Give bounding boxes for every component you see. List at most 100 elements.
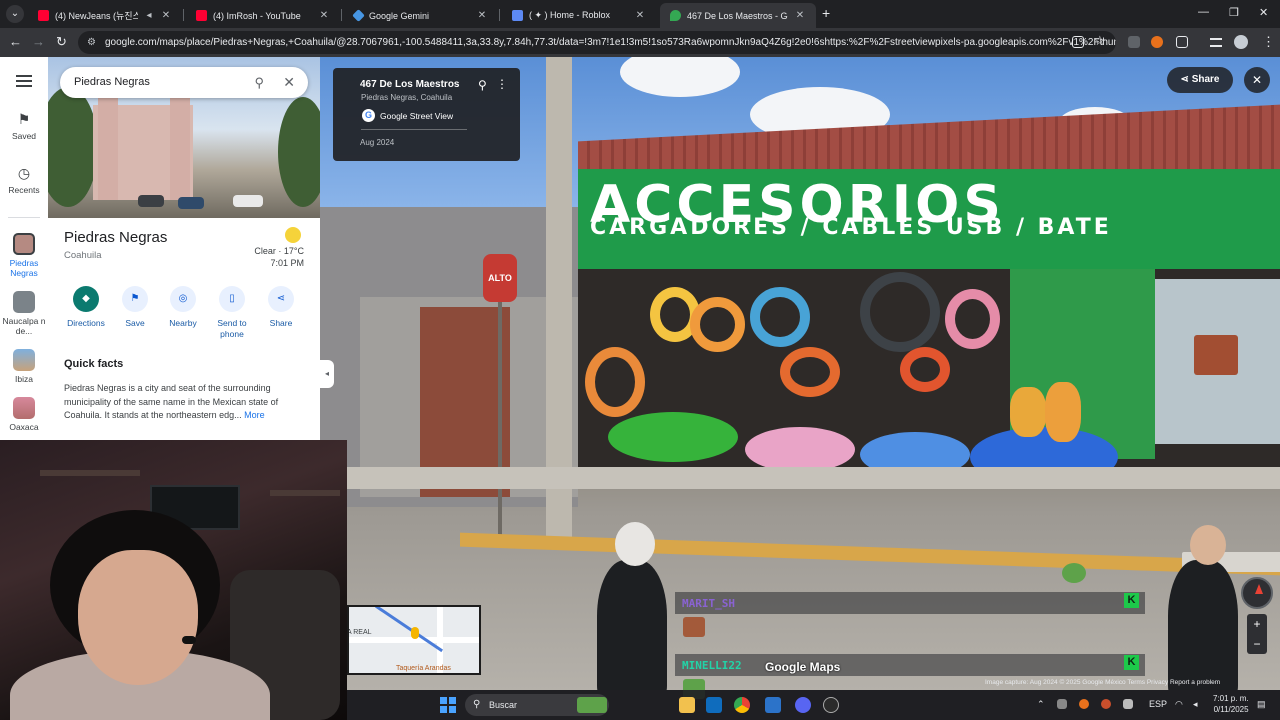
church-tower — [170, 73, 190, 200]
rail-recents[interactable]: ◷ Recents — [0, 165, 48, 195]
zoom-in-button[interactable]: + — [1247, 614, 1267, 634]
weather-text: Clear · 17°C — [254, 246, 304, 256]
minimize-button[interactable]: — — [1198, 6, 1209, 18]
tab-search-button[interactable]: ⌄ — [6, 5, 24, 23]
car — [178, 197, 204, 209]
rail-label: Recents — [8, 185, 40, 195]
address-bar[interactable]: ⚙ google.com/maps/place/Piedras+Negras,+… — [78, 31, 1116, 54]
chat-message-row — [675, 654, 1145, 676]
share-icon: ⋖ — [1180, 74, 1192, 85]
close-icon[interactable]: ✕ — [283, 67, 295, 98]
vscode-icon[interactable] — [765, 697, 781, 713]
system-clock[interactable]: 7:01 p. m. 0/11/2025 — [1213, 693, 1249, 715]
more-options-icon[interactable]: ⋮ — [496, 77, 508, 91]
imagery-attribution[interactable]: Image capture: Aug 2024 © 2025 Google Mé… — [985, 679, 1220, 686]
nearby-icon: ◎ — [170, 286, 196, 312]
profile-avatar[interactable] — [1234, 35, 1248, 49]
search-icon[interactable]: ⚲ — [254, 67, 264, 98]
extension-icon[interactable] — [1128, 36, 1140, 48]
nearby-button[interactable]: ◎ Nearby — [157, 286, 209, 329]
extension-icon[interactable] — [1151, 36, 1163, 48]
tab-gemini[interactable]: Google Gemini ✕ — [344, 3, 498, 28]
maps-search-input[interactable]: Piedras Negras ⚲ ✕ — [60, 67, 308, 98]
close-tab-icon[interactable]: ✕ — [634, 10, 646, 21]
rail-history-oaxaca[interactable]: Oaxaca — [0, 397, 48, 432]
hamburger-menu-icon[interactable] — [16, 75, 32, 87]
reading-list-icon[interactable] — [1210, 38, 1222, 47]
back-arrow-icon[interactable]: ← — [9, 34, 22, 50]
pegman-icon[interactable] — [411, 627, 419, 639]
app-icon[interactable] — [706, 697, 722, 713]
close-tab-icon[interactable]: ✕ — [160, 10, 172, 21]
pink-pool — [745, 427, 855, 472]
overlay-character-left — [597, 560, 667, 700]
close-street-view-button[interactable]: ✕ — [1244, 67, 1270, 93]
chat-username: MARIT_SH — [682, 597, 735, 610]
tray-app-icon[interactable] — [1101, 699, 1111, 709]
rail-saved[interactable]: ⚑ Saved — [0, 111, 48, 141]
file-explorer-icon[interactable] — [679, 697, 695, 713]
street-view-source[interactable]: G Google Street View — [362, 109, 453, 122]
rail-history-naucalpan[interactable]: Naucalpa n de... — [0, 291, 48, 336]
share-place-button[interactable]: ⋖ Share — [255, 286, 307, 329]
street-view-minimap[interactable]: A REAL Taquería Arandas — [347, 605, 481, 675]
search-highlight-image[interactable] — [577, 697, 607, 713]
rail-history-ibiza[interactable]: Ibiza — [0, 349, 48, 384]
close-tab-icon[interactable]: ✕ — [794, 10, 806, 21]
youtube-icon — [38, 10, 49, 21]
place-thumbnail — [13, 291, 35, 313]
directions-icon: ◆ — [73, 286, 99, 312]
tab-newjeans[interactable]: (4) NewJeans (뉴진스) 'Supe ◂ ✕ — [28, 3, 182, 28]
tray-icon[interactable]: ⌃ — [1037, 699, 1045, 710]
reload-icon[interactable]: ↻ — [56, 34, 67, 50]
send-to-phone-button[interactable]: ▯ Send to phone — [206, 286, 258, 340]
place-actions: ◆ Directions ⚑ Save ◎ Nearby ▯ Send to p… — [60, 286, 310, 346]
notification-icon[interactable]: ▤ — [1257, 699, 1266, 710]
close-tab-icon[interactable]: ✕ — [318, 10, 330, 21]
volume-icon[interactable]: ◂ — [1193, 699, 1198, 710]
capture-date[interactable]: Aug 2024 — [360, 138, 394, 147]
action-label: Nearby — [169, 318, 197, 328]
cast-icon[interactable] — [1072, 36, 1084, 48]
site-info-icon[interactable]: ⚙ — [87, 31, 96, 54]
speaker-icon[interactable]: ◂ — [144, 10, 154, 21]
chat-username: MINELLI22 — [682, 659, 742, 672]
windows-start-icon[interactable] — [440, 697, 456, 713]
maximize-button[interactable]: ❐ — [1229, 6, 1239, 19]
rail-history-piedras-negras[interactable]: Piedras Negras — [0, 233, 48, 278]
compass-icon[interactable] — [1241, 577, 1273, 609]
obs-icon[interactable] — [823, 697, 839, 713]
language-indicator[interactable]: ESP — [1149, 699, 1167, 709]
tab-youtube-imrosh[interactable]: (4) ImRosh - YouTube ✕ — [186, 3, 340, 28]
share-button[interactable]: ⋖ Share — [1167, 67, 1233, 93]
chrome-icon[interactable] — [734, 697, 750, 713]
webcam-overlay — [0, 440, 347, 720]
weather-sun-icon — [285, 227, 301, 243]
new-tab-button[interactable]: + — [822, 6, 830, 20]
more-link[interactable]: More — [244, 410, 265, 420]
close-tab-icon[interactable]: ✕ — [476, 10, 488, 21]
network-icon[interactable]: ◠ — [1175, 699, 1183, 710]
discord-icon[interactable] — [795, 697, 811, 713]
tray-app-icon[interactable] — [1123, 699, 1133, 709]
quick-facts-heading: Quick facts — [64, 358, 124, 370]
zoom-out-button[interactable]: − — [1247, 634, 1267, 654]
emote-overlay — [1194, 335, 1238, 375]
rail-label: Saved — [11, 131, 37, 141]
location-pin-icon[interactable]: ⚲ — [478, 78, 487, 92]
close-window-button[interactable]: ✕ — [1259, 6, 1268, 19]
tab-google-maps[interactable]: 467 De Los Maestros - Google ✕ — [660, 3, 816, 28]
browser-menu-icon[interactable]: ⋮ — [1262, 34, 1275, 50]
save-button[interactable]: ⚑ Save — [109, 286, 161, 329]
action-label: Share — [269, 318, 293, 328]
tab-roblox[interactable]: ( ✦ ) Home - Roblox ✕ — [502, 3, 656, 28]
directions-button[interactable]: ◆ Directions — [60, 286, 112, 329]
tiger-float — [1045, 382, 1081, 442]
tray-app-icon[interactable] — [1079, 699, 1089, 709]
forward-arrow-icon[interactable]: → — [32, 34, 45, 50]
bookmark-star-icon[interactable]: ☆ — [1094, 33, 1106, 49]
collapse-panel-button[interactable]: ◂ — [320, 360, 334, 388]
tray-app-icon[interactable] — [1057, 699, 1067, 709]
extensions-puzzle-icon[interactable] — [1176, 36, 1188, 48]
history-icon: ◷ — [17, 165, 31, 181]
